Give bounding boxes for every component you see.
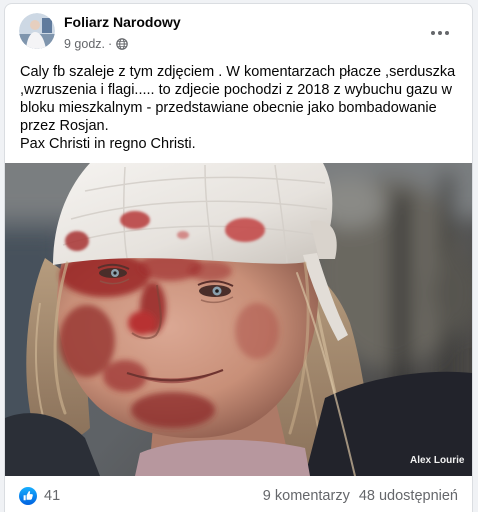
post-text-line: przez Rosjan. xyxy=(20,118,109,134)
meta-separator: · xyxy=(108,37,113,51)
shares-count[interactable]: 48 udostępnień xyxy=(359,487,458,505)
globe-icon xyxy=(116,38,128,50)
more-horizontal-icon xyxy=(430,30,436,36)
post-photo[interactable]: Alex Lourie xyxy=(5,163,472,476)
author-name[interactable]: Foliarz Narodowy xyxy=(64,14,181,31)
post-text-line: Caly fb szaleje z tym zdjęciem . W komen… xyxy=(20,64,456,80)
post-footer: 41 9 komentarzy 48 udostępnień xyxy=(5,476,472,512)
avatar-image xyxy=(19,13,55,49)
like-icon xyxy=(19,487,37,505)
post-text-line: Pax Christi in regno Christi. xyxy=(20,136,196,152)
post-text-line: ,wzruszenia i flagi..... to zdjecie poch… xyxy=(20,82,453,98)
post-stats: 9 komentarzy 48 udostępnień xyxy=(263,487,458,505)
comments-count[interactable]: 9 komentarzy xyxy=(263,487,350,505)
post-text-line: bloku mieszkalnym - przedstawiane obecni… xyxy=(20,100,437,116)
more-horizontal-icon xyxy=(444,30,450,36)
post-card: Foliarz Narodowy 9 godz. · Caly fb szale… xyxy=(4,3,473,512)
post-text: Caly fb szaleje z tym zdjęciem . W komen… xyxy=(20,63,455,153)
avatar[interactable] xyxy=(19,13,55,49)
photo-illustration xyxy=(5,163,472,476)
reactions-summary[interactable]: 41 xyxy=(19,487,60,505)
photo-credit: Alex Lourie xyxy=(410,455,465,466)
post-meta: 9 godz. · xyxy=(64,36,128,52)
post-time[interactable]: 9 godz. xyxy=(64,36,105,52)
reaction-count: 41 xyxy=(44,488,61,504)
more-horizontal-icon xyxy=(437,30,443,36)
more-options-button[interactable] xyxy=(425,18,455,48)
